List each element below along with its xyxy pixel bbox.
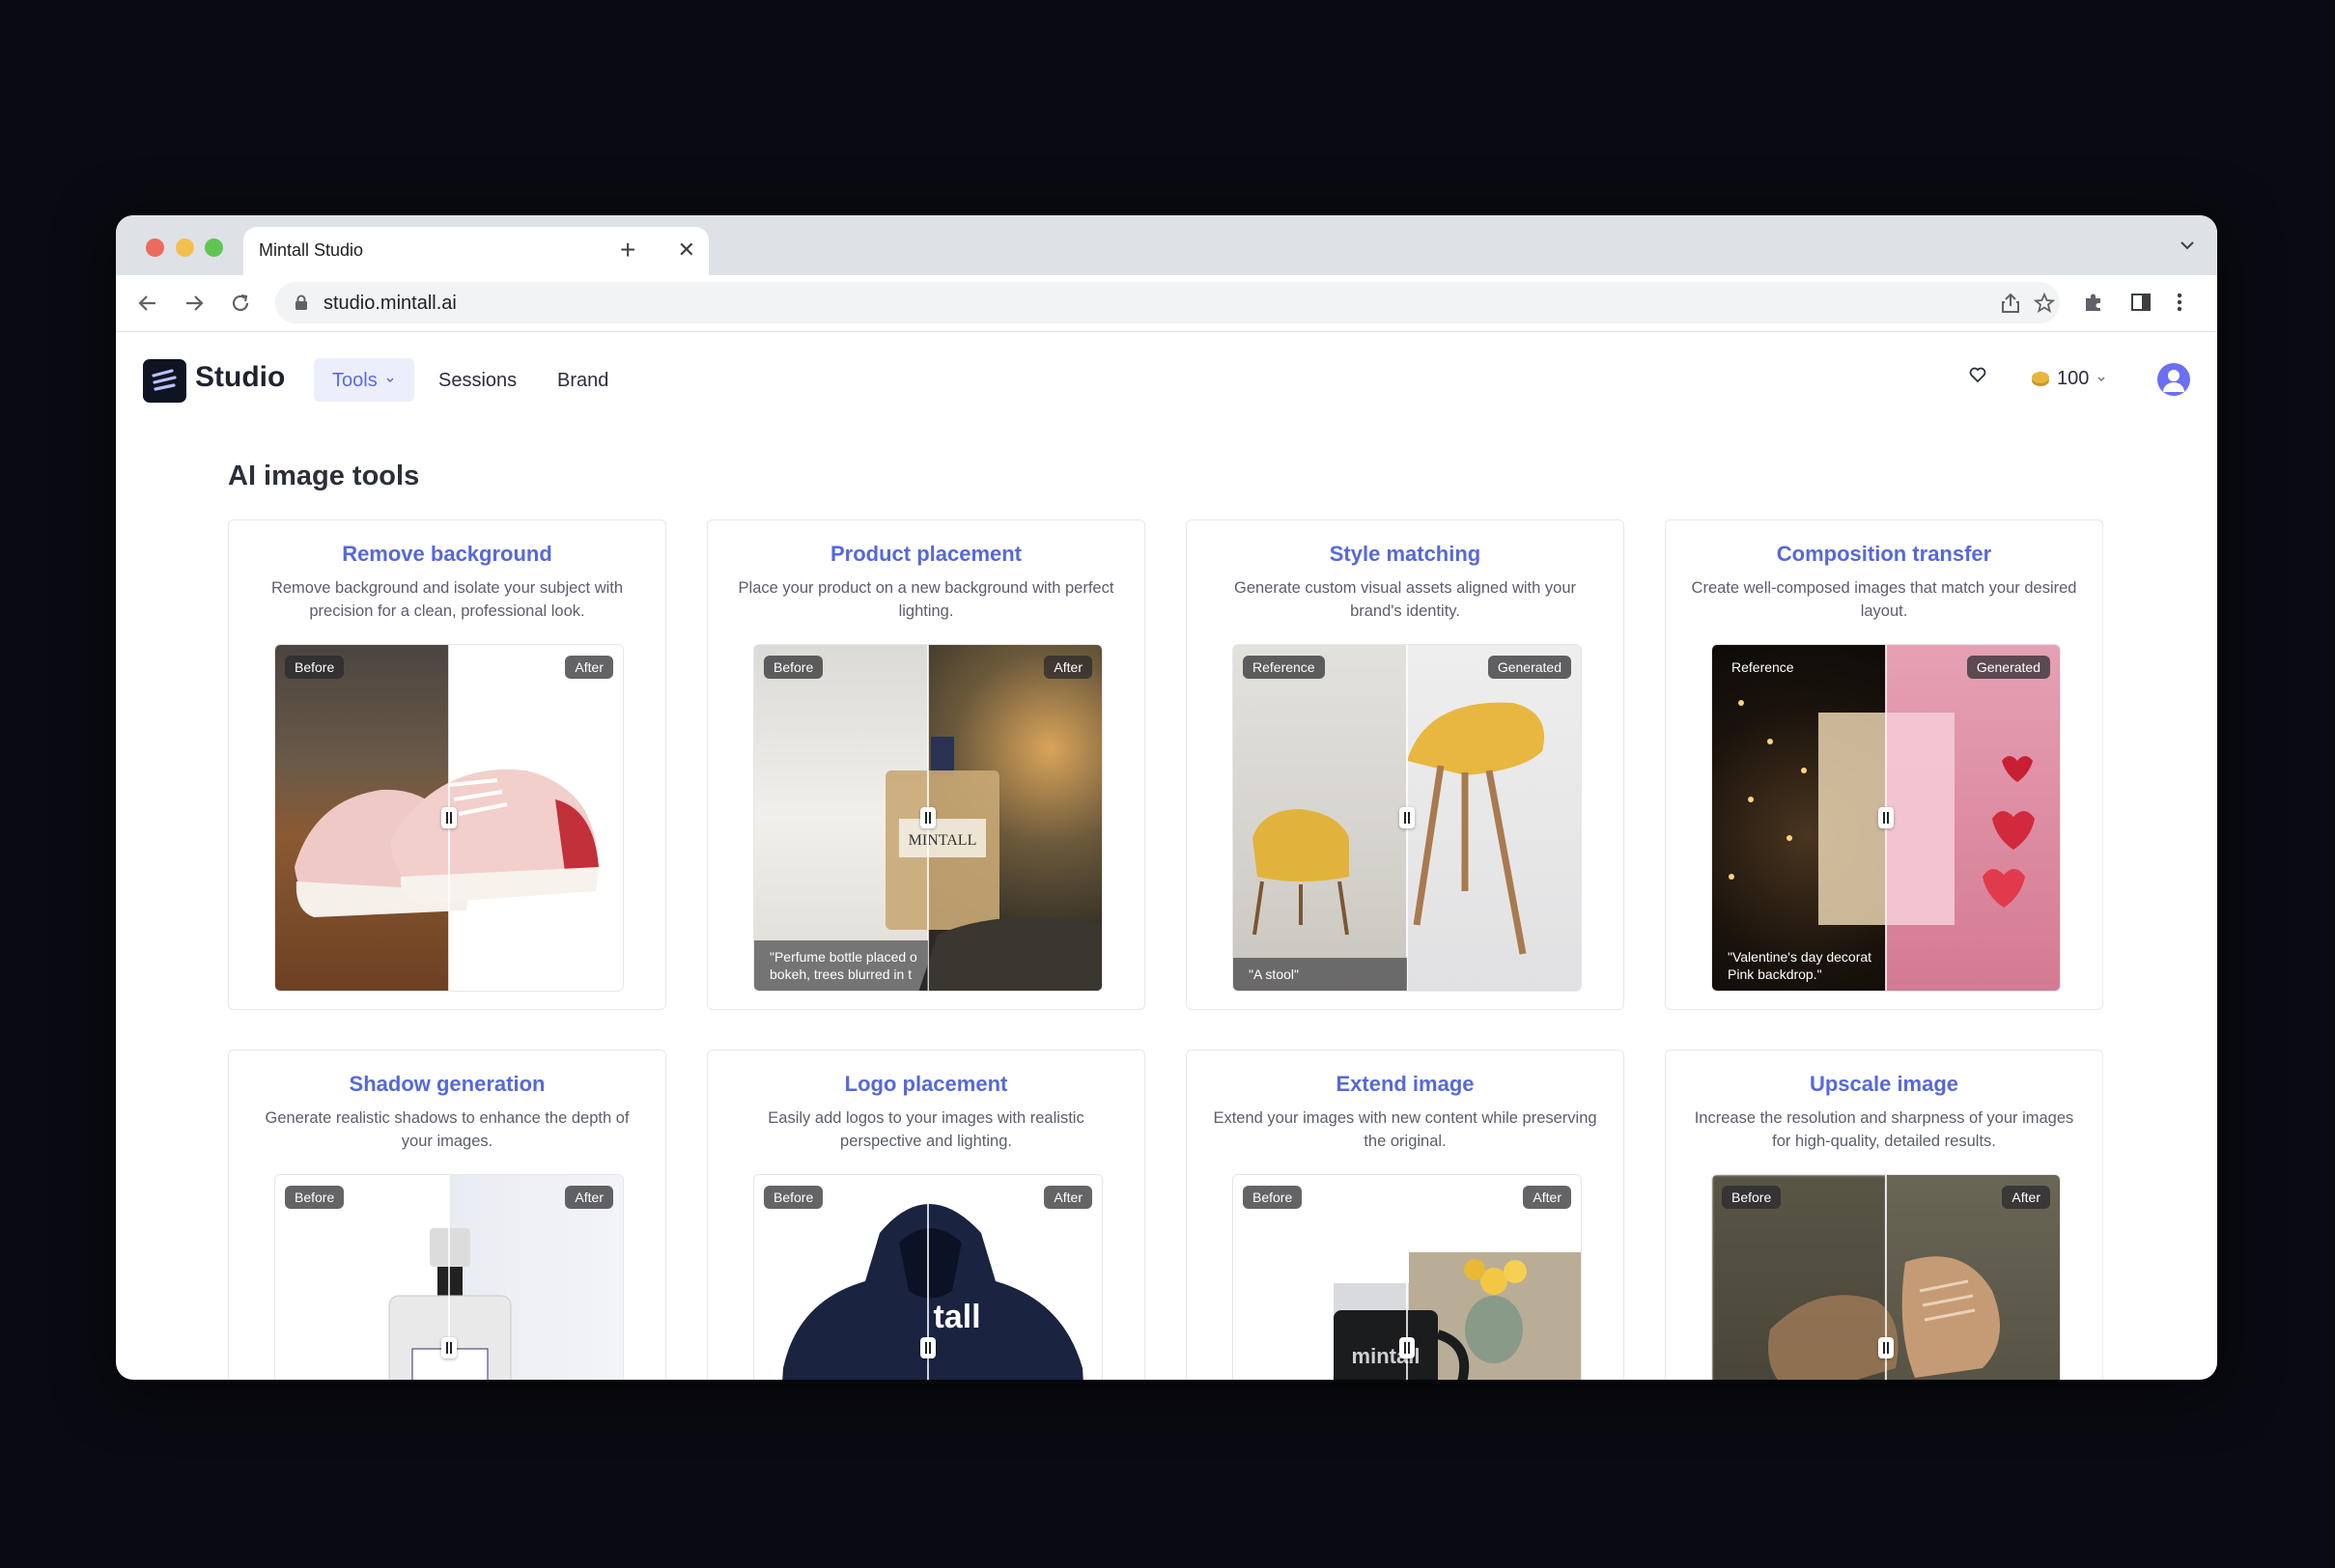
reference-label: Reference: [1731, 659, 1794, 675]
card-title: Upscale image: [1809, 1072, 1959, 1096]
chevron-down-icon: [386, 378, 394, 383]
tab-search-chevron-icon[interactable]: [2179, 238, 2196, 252]
brand-name[interactable]: Studio: [195, 361, 285, 394]
nav-tools-label: Tools: [332, 370, 378, 391]
nav-brand[interactable]: Brand: [557, 370, 608, 392]
before-after-preview[interactable]: MINTALL Before After: [274, 1174, 624, 1380]
url-text: studio.mintall.ai: [324, 293, 457, 314]
maximize-window-button[interactable]: [205, 238, 223, 257]
prompt-caption: "A stool": [1233, 958, 1407, 991]
share-icon[interactable]: [2000, 292, 2021, 315]
tool-card-logo-placement[interactable]: Logo placement Easily add logos to your …: [707, 1050, 1145, 1380]
before-after-preview[interactable]: tall Before After: [753, 1174, 1103, 1380]
before-label: Before: [764, 1186, 824, 1209]
card-description: Generate custom visual assets aligned wi…: [1233, 579, 1576, 620]
nav-tools-dropdown[interactable]: Tools: [314, 358, 414, 402]
tool-card-upscale-image[interactable]: Upscale image Increase the resolution an…: [1665, 1050, 2103, 1380]
before-label: Before: [285, 1186, 345, 1209]
reload-icon[interactable]: [228, 291, 253, 316]
generated-label: Generated: [1966, 656, 2050, 679]
card-title: Extend image: [1336, 1072, 1475, 1096]
card-description: Remove background and isolate your subje…: [270, 579, 624, 620]
card-title: Product placement: [830, 542, 1023, 566]
studio-logo-icon[interactable]: [143, 359, 186, 403]
before-after-preview[interactable]: Before After: [274, 644, 624, 992]
tool-card-product-placement[interactable]: Product placement Place your product on …: [707, 519, 1145, 1010]
after-label: After: [2002, 1186, 2050, 1209]
forward-arrow-icon[interactable]: [182, 291, 207, 316]
slider-handle[interactable]: [1399, 1337, 1415, 1358]
tool-card-shadow-generation[interactable]: Shadow generation Generate realistic sha…: [228, 1050, 666, 1380]
slider-handle[interactable]: [920, 807, 936, 828]
tab-close-icon[interactable]: ✕: [678, 238, 695, 262]
card-description: Easily add logos to your images with rea…: [768, 1109, 1084, 1150]
page-title: AI image tools: [228, 461, 420, 491]
slider-handle[interactable]: [441, 1337, 457, 1358]
credits-count[interactable]: 100: [2057, 368, 2089, 390]
after-label: After: [565, 1186, 613, 1209]
before-after-preview[interactable]: mintall Before After: [1232, 1174, 1582, 1380]
hoodie-logo-text: tall: [933, 1299, 980, 1335]
before-label: Before: [1722, 1186, 1782, 1209]
slider-handle[interactable]: [441, 807, 457, 828]
bookmark-star-icon[interactable]: [2033, 292, 2056, 315]
card-description: Increase the resolution and sharpness of…: [1694, 1109, 2074, 1150]
address-bar[interactable]: studio.mintall.ai: [275, 282, 2060, 323]
tool-card-remove-background[interactable]: Remove background Remove background and …: [228, 519, 666, 1010]
before-label: Before: [285, 656, 345, 679]
generated-label: Generated: [1487, 656, 1571, 679]
back-arrow-icon[interactable]: [135, 291, 160, 316]
after-label: After: [1044, 656, 1092, 679]
tab-title: Mintall Studio: [259, 240, 364, 260]
before-after-preview[interactable]: MINTALL Before After "Perfume bottle pla…: [753, 644, 1103, 992]
user-avatar[interactable]: [2157, 363, 2190, 396]
card-description: Extend your images with new content whil…: [1213, 1109, 1597, 1150]
reference-label: Reference: [1243, 656, 1325, 679]
extensions-puzzle-icon[interactable]: [2082, 291, 2105, 314]
card-description: Generate realistic shadows to enhance th…: [265, 1109, 630, 1150]
side-panel-icon[interactable]: [2129, 291, 2152, 314]
prompt-caption: "Perfume bottle placed o bokeh, trees bl…: [754, 940, 928, 991]
slider-handle[interactable]: [1399, 807, 1415, 828]
tool-card-style-matching[interactable]: Style matching Generate custom visual as…: [1186, 519, 1624, 1010]
chevron-down-icon[interactable]: [2096, 376, 2106, 383]
card-title: Style matching: [1329, 542, 1481, 566]
nav-sessions[interactable]: Sessions: [438, 370, 517, 392]
card-title: Remove background: [342, 542, 552, 566]
card-description: Place your product on a new background w…: [738, 579, 1114, 620]
browser-menu-icon[interactable]: [2175, 291, 2184, 314]
new-tab-button[interactable]: +: [620, 237, 635, 264]
browser-tab-active[interactable]: Mintall Studio ✕: [243, 227, 709, 275]
slider-handle[interactable]: [1878, 1337, 1894, 1358]
card-description: Create well-composed images that match y…: [1691, 579, 2077, 620]
browser-toolbar: studio.mintall.ai: [116, 275, 2217, 332]
perfume-label-text: MINTALL: [909, 832, 977, 849]
before-label: Before: [764, 656, 824, 679]
before-after-preview[interactable]: Reference Generated "Valentine's day dec…: [1711, 644, 2061, 992]
before-after-preview[interactable]: Before After: [1711, 1174, 2061, 1380]
prompt-caption: "Valentine's day decorat Pink backdrop.": [1728, 949, 1872, 982]
lock-icon: [295, 294, 307, 310]
browser-window: Mintall Studio ✕ + studio.mintall.ai Stu…: [116, 215, 2217, 1380]
slider-handle[interactable]: [920, 1337, 936, 1358]
before-label: Before: [1243, 1186, 1303, 1209]
card-title: Shadow generation: [349, 1072, 546, 1096]
app-header: Studio Tools Sessions Brand 100: [116, 332, 2217, 425]
tab-strip: Mintall Studio ✕ +: [116, 215, 2217, 275]
after-label: After: [1044, 1186, 1092, 1209]
close-window-button[interactable]: [146, 238, 164, 257]
slider-handle[interactable]: [1878, 807, 1894, 828]
tool-card-composition-transfer[interactable]: Composition transfer Create well-compose…: [1665, 519, 2103, 1010]
after-label: After: [1523, 1186, 1571, 1209]
tool-card-extend-image[interactable]: Extend image Extend your images with new…: [1186, 1050, 1624, 1380]
card-title: Logo placement: [844, 1072, 1008, 1096]
card-title: Composition transfer: [1776, 542, 1992, 566]
heart-icon[interactable]: [1968, 365, 1987, 384]
minimize-window-button[interactable]: [176, 238, 194, 257]
before-after-preview[interactable]: Reference Generated "A stool": [1232, 644, 1582, 992]
credits-coin-icon: [2032, 372, 2049, 383]
after-label: After: [565, 656, 613, 679]
